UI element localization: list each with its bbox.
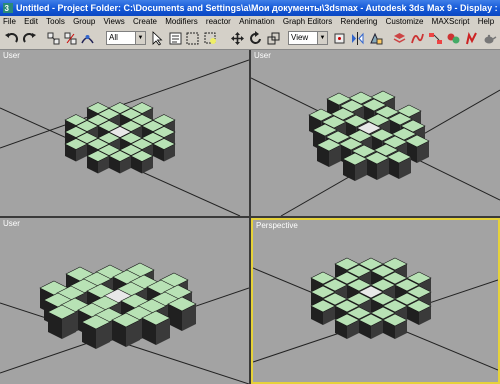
window-title: Untitled - Project Folder: C:\Documents … [16, 3, 500, 13]
viewport-top-left-scene [0, 59, 249, 216]
cube [364, 151, 390, 180]
menu-animation[interactable]: Animation [236, 16, 278, 27]
menu-group[interactable]: Group [70, 16, 98, 27]
viewport-top-right-scene [251, 77, 500, 216]
viewport-bottom-left-scene [0, 262, 249, 384]
app-icon: 3 [3, 3, 13, 13]
viewport-perspective[interactable]: Perspective [251, 218, 500, 384]
cube [47, 304, 77, 339]
cube-snowflake [64, 102, 176, 174]
reference-coord-dropdown[interactable]: View ▼ [288, 31, 328, 45]
chevron-down-icon: ▼ [135, 32, 145, 44]
menu-create[interactable]: Create [130, 16, 160, 27]
viewport-perspective-scene [253, 257, 498, 371]
cube [342, 152, 368, 181]
redo-icon[interactable] [22, 31, 37, 46]
title-bar: 3 Untitled - Project Folder: C:\Document… [0, 0, 500, 16]
cube [141, 310, 171, 345]
schematic-icon[interactable] [428, 31, 443, 46]
menu-views[interactable]: Views [101, 16, 128, 27]
viewport-label[interactable]: User [3, 51, 20, 60]
teapot-icon[interactable] [482, 31, 497, 46]
cube [111, 312, 141, 347]
curve-editor-icon[interactable] [410, 31, 425, 46]
select-icon[interactable] [150, 31, 165, 46]
menu-reactor[interactable]: reactor [203, 16, 234, 27]
bind-space-warp-icon[interactable] [80, 31, 95, 46]
svg-text:3: 3 [5, 4, 10, 13]
menu-modifiers[interactable]: Modifiers [162, 16, 200, 27]
viewport-bottom-left[interactable]: User [0, 218, 249, 384]
main-toolbar: All ▼ View ▼ [0, 27, 500, 50]
undo-icon[interactable] [4, 31, 19, 46]
selection-filter-value: All [109, 33, 118, 42]
pivot-icon[interactable] [332, 31, 347, 46]
link-icon[interactable] [46, 31, 61, 46]
viewport-top-left[interactable]: User [0, 50, 249, 216]
cube [316, 138, 342, 167]
viewport-top-right[interactable]: User [251, 50, 500, 216]
viewport-label[interactable]: User [3, 219, 20, 228]
cube-snowflake [308, 90, 430, 181]
app-window: 3 Untitled - Project Folder: C:\Document… [0, 0, 500, 384]
cube [386, 150, 412, 179]
menu-customize[interactable]: Customize [383, 16, 427, 27]
layer-icon[interactable] [392, 31, 407, 46]
menu-file[interactable]: File [0, 16, 19, 27]
cube-snowflake [310, 257, 432, 339]
cube [81, 314, 111, 349]
rect-select-icon[interactable] [185, 31, 200, 46]
rotate-icon[interactable] [248, 31, 263, 46]
reference-coord-value: View [291, 33, 309, 42]
cube [167, 296, 197, 331]
window-crossing-icon[interactable] [203, 31, 218, 46]
material-editor-icon[interactable] [446, 31, 461, 46]
menu-graph-editors[interactable]: Graph Editors [280, 16, 335, 27]
menu-bar: File Edit Tools Group Views Create Modif… [0, 16, 500, 27]
selection-filter-dropdown[interactable]: All ▼ [106, 31, 146, 45]
menu-help[interactable]: Help [475, 16, 497, 27]
menu-rendering[interactable]: Rendering [337, 16, 380, 27]
viewport-label[interactable]: User [254, 51, 271, 60]
select-by-name-icon[interactable] [168, 31, 183, 46]
chevron-down-icon: ▼ [317, 32, 327, 44]
move-icon[interactable] [230, 31, 245, 46]
menu-edit[interactable]: Edit [21, 16, 41, 27]
unlink-icon[interactable] [63, 31, 78, 46]
viewport-label[interactable]: Perspective [256, 221, 298, 230]
cube-snowflake [39, 262, 197, 349]
menu-maxscript[interactable]: MAXScript [429, 16, 473, 27]
mirror-icon[interactable] [350, 31, 365, 46]
align-icon[interactable] [368, 31, 383, 46]
menu-tools[interactable]: Tools [43, 16, 68, 27]
render-setup-icon[interactable] [464, 31, 479, 46]
scale-icon[interactable] [266, 31, 281, 46]
